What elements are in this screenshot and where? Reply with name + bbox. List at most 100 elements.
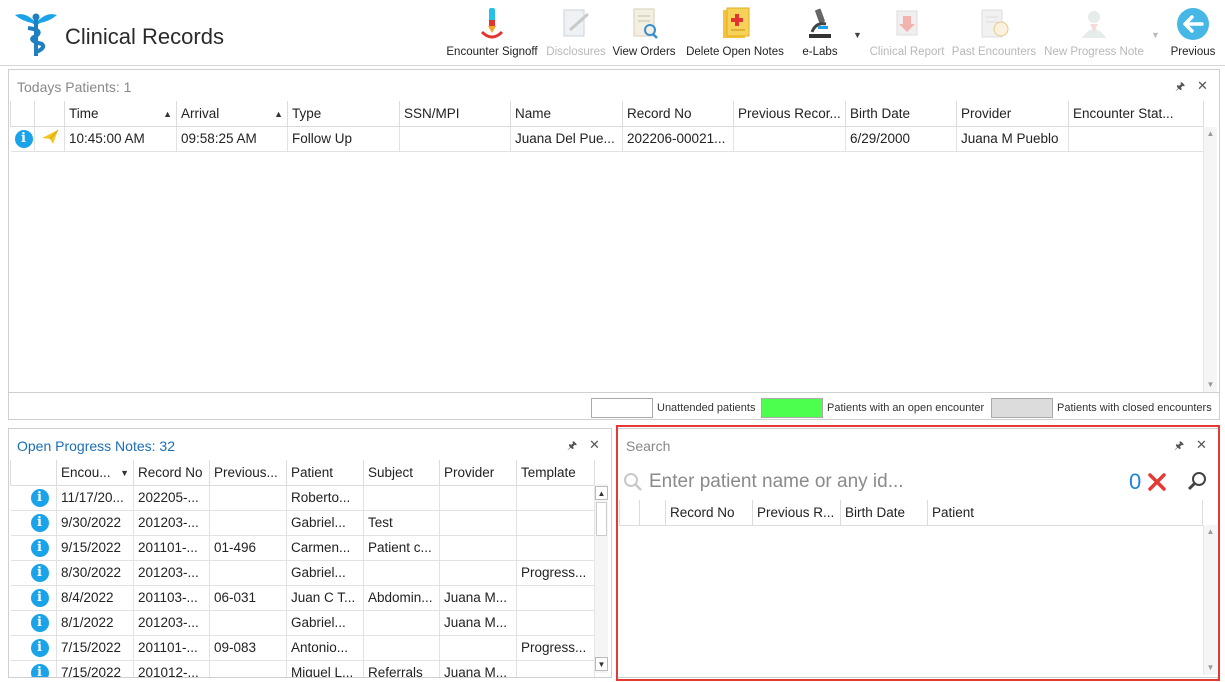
info-icon[interactable]: i <box>30 638 49 657</box>
template-cell <box>516 584 595 611</box>
column-header-type[interactable]: Type <box>287 101 400 127</box>
column-header-birth-date[interactable]: Birth Date <box>840 500 928 526</box>
table-row[interactable]: i 11/17/20... 202205-... Roberto... <box>10 484 595 511</box>
search-input[interactable] <box>649 469 1119 495</box>
info-icon[interactable]: i <box>30 513 49 532</box>
column-header-provider[interactable]: Provider <box>439 460 517 486</box>
scroll-up-icon[interactable]: ▲ <box>1204 127 1217 141</box>
app-title: Clinical Records <box>65 24 224 49</box>
info-cell[interactable]: i <box>10 484 57 511</box>
column-header-previous-record[interactable]: Previous R... <box>752 500 841 526</box>
pin-icon[interactable]: 🖈 <box>567 437 577 456</box>
table-row[interactable]: i 9/30/2022 201203-... Gabriel... Test <box>10 509 595 536</box>
info-icon[interactable]: i <box>30 563 49 582</box>
todays-patients-title: Todays Patients: 1 <box>17 79 132 95</box>
previous-button[interactable]: Previous <box>1168 6 1218 58</box>
legend-unattended: Unattended patients <box>657 402 756 414</box>
info-cell[interactable]: i <box>10 659 57 677</box>
open-notes-title: Open Progress Notes: 32 <box>17 438 175 454</box>
patient-cell: Gabriel... <box>286 559 364 586</box>
column-header-previous[interactable]: Previous... <box>209 460 287 486</box>
table-row[interactable]: i 8/4/2022 201103-... 06-031 Juan C T... Abdo… <box>10 584 595 611</box>
type-cell: Follow Up <box>287 125 400 152</box>
encounter-signoff-button[interactable]: Encounter Signoff <box>444 6 540 58</box>
column-header-name[interactable]: Name <box>510 101 623 127</box>
close-icon[interactable]: ✕ <box>1196 437 1207 453</box>
column-header-record-no[interactable]: Record No <box>133 460 210 486</box>
info-cell[interactable]: i <box>10 125 35 152</box>
table-row[interactable]: i 8/1/2022 201203-... Gabriel... Juana M... <box>10 609 595 636</box>
column-header-patient[interactable]: Patient <box>927 500 1203 526</box>
new-progress-note-button[interactable]: New Progress Note <box>1040 6 1148 58</box>
search-bar: 0 <box>623 467 1206 497</box>
pin-icon[interactable]: 🖈 <box>1174 437 1184 456</box>
table-row[interactable]: i 7/15/2022 201012-... Miguel L... Referrals… <box>10 659 595 677</box>
scroll-down-icon[interactable]: ▼ <box>1204 661 1217 675</box>
info-icon[interactable]: i <box>30 663 49 677</box>
delete-open-notes-button[interactable]: Delete Open Notes <box>683 6 787 58</box>
close-icon[interactable]: ✕ <box>589 437 600 453</box>
clinical-report-button[interactable]: Clinical Report <box>867 6 947 58</box>
patient-cell: Roberto... <box>286 484 364 511</box>
column-header-info[interactable] <box>639 500 666 526</box>
info-cell[interactable]: i <box>10 634 57 661</box>
column-header-birth-date[interactable]: Birth Date <box>845 101 957 127</box>
progress-note-dropdown-caret[interactable]: ▼ <box>1151 30 1160 40</box>
info-cell[interactable]: i <box>10 584 57 611</box>
column-header-arrival[interactable]: Arrival ▲ <box>176 101 288 127</box>
info-cell[interactable]: i <box>10 534 57 561</box>
column-header-ssn[interactable]: SSN/MPI <box>399 101 511 127</box>
column-header-subject[interactable]: Subject <box>363 460 440 486</box>
clear-icon[interactable] <box>1147 472 1167 492</box>
encounter-cell: 8/30/2022 <box>56 559 134 586</box>
info-cell[interactable]: i <box>10 509 57 536</box>
scroll-down-icon[interactable]: ▼ <box>1204 378 1217 392</box>
column-header-previous-record[interactable]: Previous Recor... <box>733 101 846 127</box>
column-header-patient[interactable]: Patient <box>286 460 364 486</box>
column-header-provider[interactable]: Provider <box>956 101 1069 127</box>
past-encounters-button[interactable]: Past Encounters <box>951 6 1037 58</box>
info-icon[interactable]: i <box>30 488 49 507</box>
column-header-flag[interactable] <box>34 101 65 127</box>
delete-notes-icon <box>723 7 750 38</box>
column-header-time[interactable]: Time ▲ <box>64 101 177 127</box>
search-go-icon[interactable] <box>1186 470 1208 492</box>
disclosures-button[interactable]: Disclosures <box>544 6 608 58</box>
open-notes-scrollbar[interactable]: ▲ ▼ <box>594 484 608 673</box>
back-arrow-icon <box>1177 8 1209 40</box>
info-icon[interactable]: i <box>30 613 49 632</box>
search-panel: Search 🖈 ✕ 0 Record No Previous R... Bi <box>617 428 1219 678</box>
column-header-template[interactable]: Template <box>516 460 595 486</box>
info-icon[interactable]: i <box>30 538 49 557</box>
search-icon <box>624 473 642 491</box>
info-cell[interactable]: i <box>10 609 57 636</box>
table-row[interactable]: i 8/30/2022 201203-... Gabriel... Progress..… <box>10 559 595 586</box>
pin-icon[interactable]: 🖈 <box>1175 78 1185 97</box>
open-notes-count: 32 <box>159 438 175 454</box>
scroll-down-icon[interactable]: ▼ <box>595 657 608 671</box>
e-labs-button[interactable]: e-Labs <box>796 6 844 58</box>
scroll-up-icon[interactable]: ▲ <box>1204 525 1217 539</box>
table-row[interactable]: i 7/15/2022 201101-... 09-083 Antonio... Prog… <box>10 634 595 661</box>
column-header-select[interactable] <box>619 500 640 526</box>
e-labs-dropdown-caret[interactable]: ▼ <box>853 30 862 40</box>
column-header-encounter[interactable]: Encou... ▼ <box>56 460 134 486</box>
record-no-cell: 201101-... <box>133 634 210 661</box>
column-header-record-no[interactable]: Record No <box>622 101 734 127</box>
close-icon[interactable]: ✕ <box>1197 78 1208 94</box>
view-orders-button[interactable]: View Orders <box>610 6 678 58</box>
column-header-status[interactable] <box>10 101 35 127</box>
info-icon[interactable]: i <box>14 129 33 148</box>
table-row[interactable]: i 10:45:00 AM 09:58:25 AM Follow Up Juan… <box>10 125 1204 152</box>
scroll-thumb[interactable] <box>596 502 607 536</box>
info-cell[interactable]: i <box>10 559 57 586</box>
scroll-up-icon[interactable]: ▲ <box>595 486 608 500</box>
record-no-cell: 202205-... <box>133 484 210 511</box>
column-header-encounter-status[interactable]: Encounter Stat... <box>1068 101 1204 127</box>
info-icon[interactable]: i <box>30 588 49 607</box>
column-header-record-no[interactable]: Record No <box>665 500 753 526</box>
table-row[interactable]: i 9/15/2022 201101-... 01-496 Carmen... Patie… <box>10 534 595 561</box>
todays-patients-scrollbar[interactable]: ▲ ▼ <box>1203 127 1217 392</box>
search-results-scrollbar[interactable]: ▲ ▼ <box>1203 525 1217 675</box>
column-header-info[interactable] <box>10 460 57 486</box>
